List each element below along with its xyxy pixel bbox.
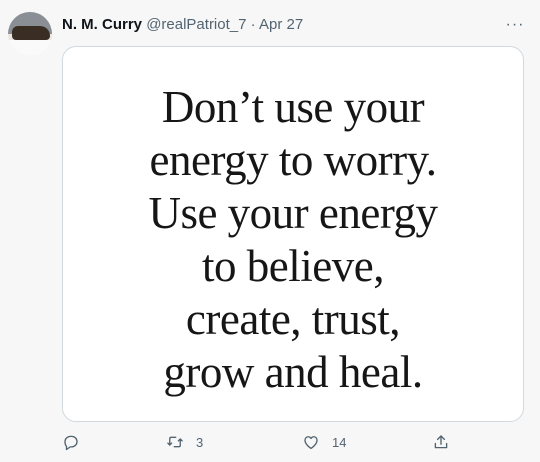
quote-line: Don’t use your xyxy=(161,82,425,132)
quote-line: create, trust, xyxy=(185,294,401,344)
retweet-icon xyxy=(167,436,183,448)
quote-line: Use your energy xyxy=(148,188,438,238)
retweet-count: 3 xyxy=(196,434,204,450)
tweet-header: N. M. Curry @realPatriot_7 · Apr 27 xyxy=(62,15,303,35)
reply-button[interactable] xyxy=(62,430,80,454)
share-button[interactable] xyxy=(432,430,450,454)
author-name[interactable]: N. M. Curry xyxy=(62,16,142,33)
separator-dot: · xyxy=(250,16,256,33)
tweet-date[interactable]: Apr 27 xyxy=(259,16,303,33)
tweet-actions: 3 14 xyxy=(62,430,524,454)
retweet-button[interactable]: 3 xyxy=(166,430,203,454)
avatar[interactable] xyxy=(8,12,52,56)
reply-icon xyxy=(64,435,78,451)
author-handle[interactable]: @realPatriot_7 xyxy=(146,16,246,33)
quote-line: grow and heal. xyxy=(163,347,423,397)
tweet-image[interactable]: Don’t use your energy to worry. Use your… xyxy=(62,46,524,422)
more-options-icon[interactable]: ··· xyxy=(503,14,527,36)
share-icon xyxy=(434,435,448,449)
like-count: 14 xyxy=(332,434,347,450)
heart-icon xyxy=(304,436,318,450)
like-button[interactable]: 14 xyxy=(302,430,346,454)
image-quote-text: Don’t use your energy to worry. Use your… xyxy=(63,81,523,399)
quote-line: energy to worry. xyxy=(149,135,437,185)
tweet[interactable]: N. M. Curry @realPatriot_7 · Apr 27 ··· … xyxy=(0,0,540,462)
quote-line: to believe, xyxy=(202,241,384,291)
